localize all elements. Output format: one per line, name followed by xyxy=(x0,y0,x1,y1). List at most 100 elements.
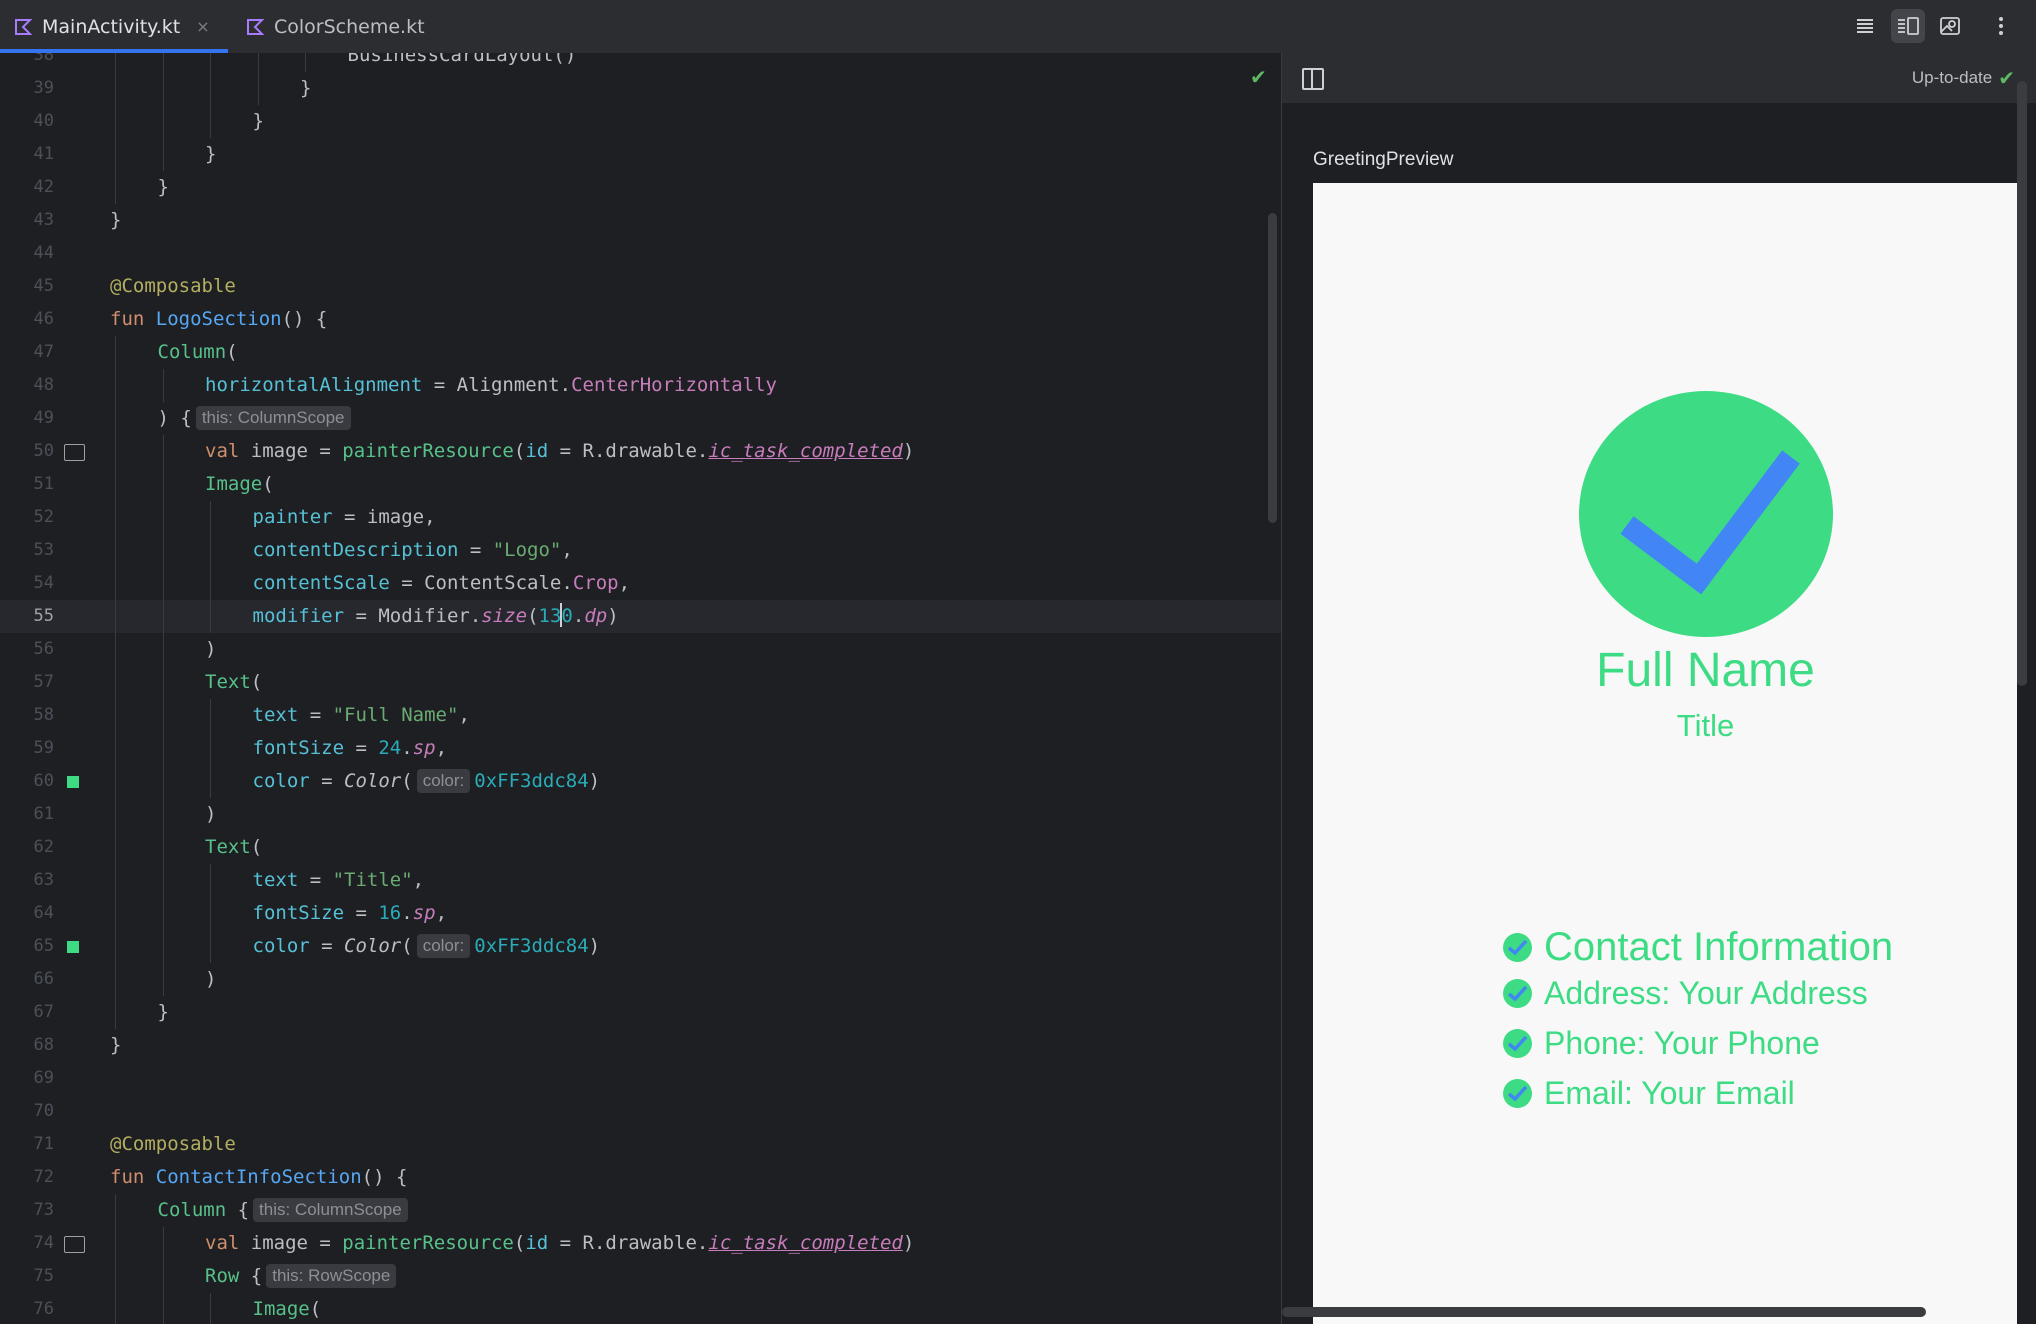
code-text[interactable]: BusinessCardLayout() xyxy=(348,53,577,72)
code-line[interactable]: 75 Row {this: RowScope xyxy=(0,1260,1281,1293)
code-line[interactable]: 46 fun LogoSection() { xyxy=(0,303,1281,336)
code-line[interactable]: 65 color = Color(color: 0xFF3ddc84) xyxy=(0,930,1281,963)
code-line[interactable]: 61) xyxy=(0,798,1281,831)
code-line[interactable]: 40} xyxy=(0,105,1281,138)
line-number[interactable]: 60 xyxy=(0,765,54,798)
code-text[interactable]: @Composable xyxy=(110,1128,236,1161)
line-number[interactable]: 69 xyxy=(0,1062,54,1095)
code-text[interactable]: } xyxy=(110,1029,121,1062)
code-text[interactable]: val image = painterResource(id = R.drawa… xyxy=(205,1227,914,1260)
preview-device-frame[interactable]: Full Name Title Contact Information Addr… xyxy=(1313,183,2017,1324)
code-line[interactable]: 60 color = Color(color: 0xFF3ddc84) xyxy=(0,765,1281,798)
line-number[interactable]: 55 xyxy=(0,600,54,633)
code-text[interactable]: contentDescription = "Logo", xyxy=(253,534,573,567)
code-line[interactable]: 54 contentScale = ContentScale.Crop, xyxy=(0,567,1281,600)
code-line[interactable]: 68} xyxy=(0,1029,1281,1062)
line-number[interactable]: 75 xyxy=(0,1260,54,1293)
code-text[interactable]: Image( xyxy=(253,1293,322,1324)
layout-toggle-icon[interactable] xyxy=(1302,68,1324,90)
line-number[interactable]: 56 xyxy=(0,633,54,666)
image-resource-icon[interactable] xyxy=(64,1236,85,1253)
code-text[interactable]: Column( xyxy=(158,336,238,369)
code-text[interactable]: ) xyxy=(205,798,216,831)
split-view-icon[interactable] xyxy=(1891,9,1925,43)
line-number[interactable]: 39 xyxy=(0,72,54,105)
code-line[interactable]: 39} xyxy=(0,72,1281,105)
code-line[interactable]: 69 xyxy=(0,1062,1281,1095)
code-text[interactable]: Text( xyxy=(205,831,262,864)
line-number[interactable]: 68 xyxy=(0,1029,54,1062)
code-line-current[interactable]: 55 modifier = Modifier.size(130.dp) xyxy=(0,600,1281,633)
code-text[interactable]: text = "Full Name", xyxy=(253,699,470,732)
line-number[interactable]: 44 xyxy=(0,237,54,270)
line-number[interactable]: 54 xyxy=(0,567,54,600)
line-number[interactable]: 38 xyxy=(0,53,54,72)
line-number[interactable]: 48 xyxy=(0,369,54,402)
code-line[interactable]: 52 painter = image, xyxy=(0,501,1281,534)
code-text[interactable]: ) xyxy=(205,963,216,996)
code-line[interactable]: 50 val image = painterResource(id = R.dra… xyxy=(0,435,1281,468)
line-number[interactable]: 51 xyxy=(0,468,54,501)
code-line[interactable]: 71 @Composable xyxy=(0,1128,1281,1161)
code-text[interactable]: val image = painterResource(id = R.drawa… xyxy=(205,435,914,468)
line-number[interactable]: 61 xyxy=(0,798,54,831)
code-text[interactable]: fontSize = 24.sp, xyxy=(253,732,448,765)
line-number[interactable]: 66 xyxy=(0,963,54,996)
line-number[interactable]: 52 xyxy=(0,501,54,534)
code-line[interactable]: 67} xyxy=(0,996,1281,1029)
code-line[interactable]: 63 text = "Title", xyxy=(0,864,1281,897)
more-icon[interactable] xyxy=(1984,9,2018,43)
code-text[interactable]: @Composable xyxy=(110,270,236,303)
preview-horizontal-scrollbar[interactable] xyxy=(1282,1307,1926,1317)
code-line[interactable]: 48 horizontalAlignment = Alignment.Center… xyxy=(0,369,1281,402)
code-editor[interactable]: 38 BusinessCardLayout() 39} 40} 41} 42} 43} 44 4… xyxy=(0,53,1281,1324)
code-line[interactable]: 44 xyxy=(0,237,1281,270)
code-text[interactable]: Row {this: RowScope xyxy=(205,1260,400,1293)
line-number[interactable]: 63 xyxy=(0,864,54,897)
code-text[interactable]: contentScale = ContentScale.Crop, xyxy=(253,567,631,600)
code-line[interactable]: 72 fun ContactInfoSection() { xyxy=(0,1161,1281,1194)
code-text[interactable]: Image( xyxy=(205,468,274,501)
line-number[interactable]: 64 xyxy=(0,897,54,930)
editor-scrollbar[interactable] xyxy=(1268,213,1277,523)
code-view-icon[interactable] xyxy=(1848,9,1882,43)
line-number[interactable]: 72 xyxy=(0,1161,54,1194)
line-number[interactable]: 70 xyxy=(0,1095,54,1128)
code-line[interactable]: 42} xyxy=(0,171,1281,204)
line-number[interactable]: 40 xyxy=(0,105,54,138)
line-number[interactable]: 50 xyxy=(0,435,54,468)
line-number[interactable]: 45 xyxy=(0,270,54,303)
line-number[interactable]: 42 xyxy=(0,171,54,204)
design-view-icon[interactable] xyxy=(1933,9,1967,43)
image-resource-icon[interactable] xyxy=(64,444,85,461)
preview-vertical-scrollbar[interactable] xyxy=(2017,81,2027,686)
code-text[interactable]: } xyxy=(300,72,311,105)
code-line[interactable]: 51 Image( xyxy=(0,468,1281,501)
line-number[interactable]: 74 xyxy=(0,1227,54,1260)
code-line[interactable]: 74 val image = painterResource(id = R.dra… xyxy=(0,1227,1281,1260)
code-line[interactable]: 57 Text( xyxy=(0,666,1281,699)
line-number[interactable]: 53 xyxy=(0,534,54,567)
code-line[interactable]: 73 Column {this: ColumnScope xyxy=(0,1194,1281,1227)
code-line[interactable]: 53 contentDescription = "Logo", xyxy=(0,534,1281,567)
code-line[interactable]: 38 BusinessCardLayout() xyxy=(0,53,1281,72)
code-text[interactable]: } xyxy=(158,996,169,1029)
code-line[interactable]: 41} xyxy=(0,138,1281,171)
code-text[interactable]: text = "Title", xyxy=(253,864,425,897)
code-line[interactable]: 59 fontSize = 24.sp, xyxy=(0,732,1281,765)
code-text[interactable]: } xyxy=(158,171,169,204)
line-number[interactable]: 47 xyxy=(0,336,54,369)
line-number[interactable]: 65 xyxy=(0,930,54,963)
line-number[interactable]: 71 xyxy=(0,1128,54,1161)
tab-colorscheme[interactable]: ColorScheme.kt xyxy=(246,0,425,53)
line-number[interactable]: 59 xyxy=(0,732,54,765)
line-number[interactable]: 73 xyxy=(0,1194,54,1227)
line-number[interactable]: 41 xyxy=(0,138,54,171)
code-line[interactable]: 45 @Composable xyxy=(0,270,1281,303)
code-text[interactable]: horizontalAlignment = Alignment.CenterHo… xyxy=(205,369,777,402)
code-text[interactable]: color = Color(color: 0xFF3ddc84) xyxy=(253,765,600,798)
code-text[interactable]: } xyxy=(110,204,121,237)
code-text[interactable]: } xyxy=(205,138,216,171)
code-line[interactable]: 47 Column( xyxy=(0,336,1281,369)
color-swatch-icon[interactable] xyxy=(67,941,79,953)
